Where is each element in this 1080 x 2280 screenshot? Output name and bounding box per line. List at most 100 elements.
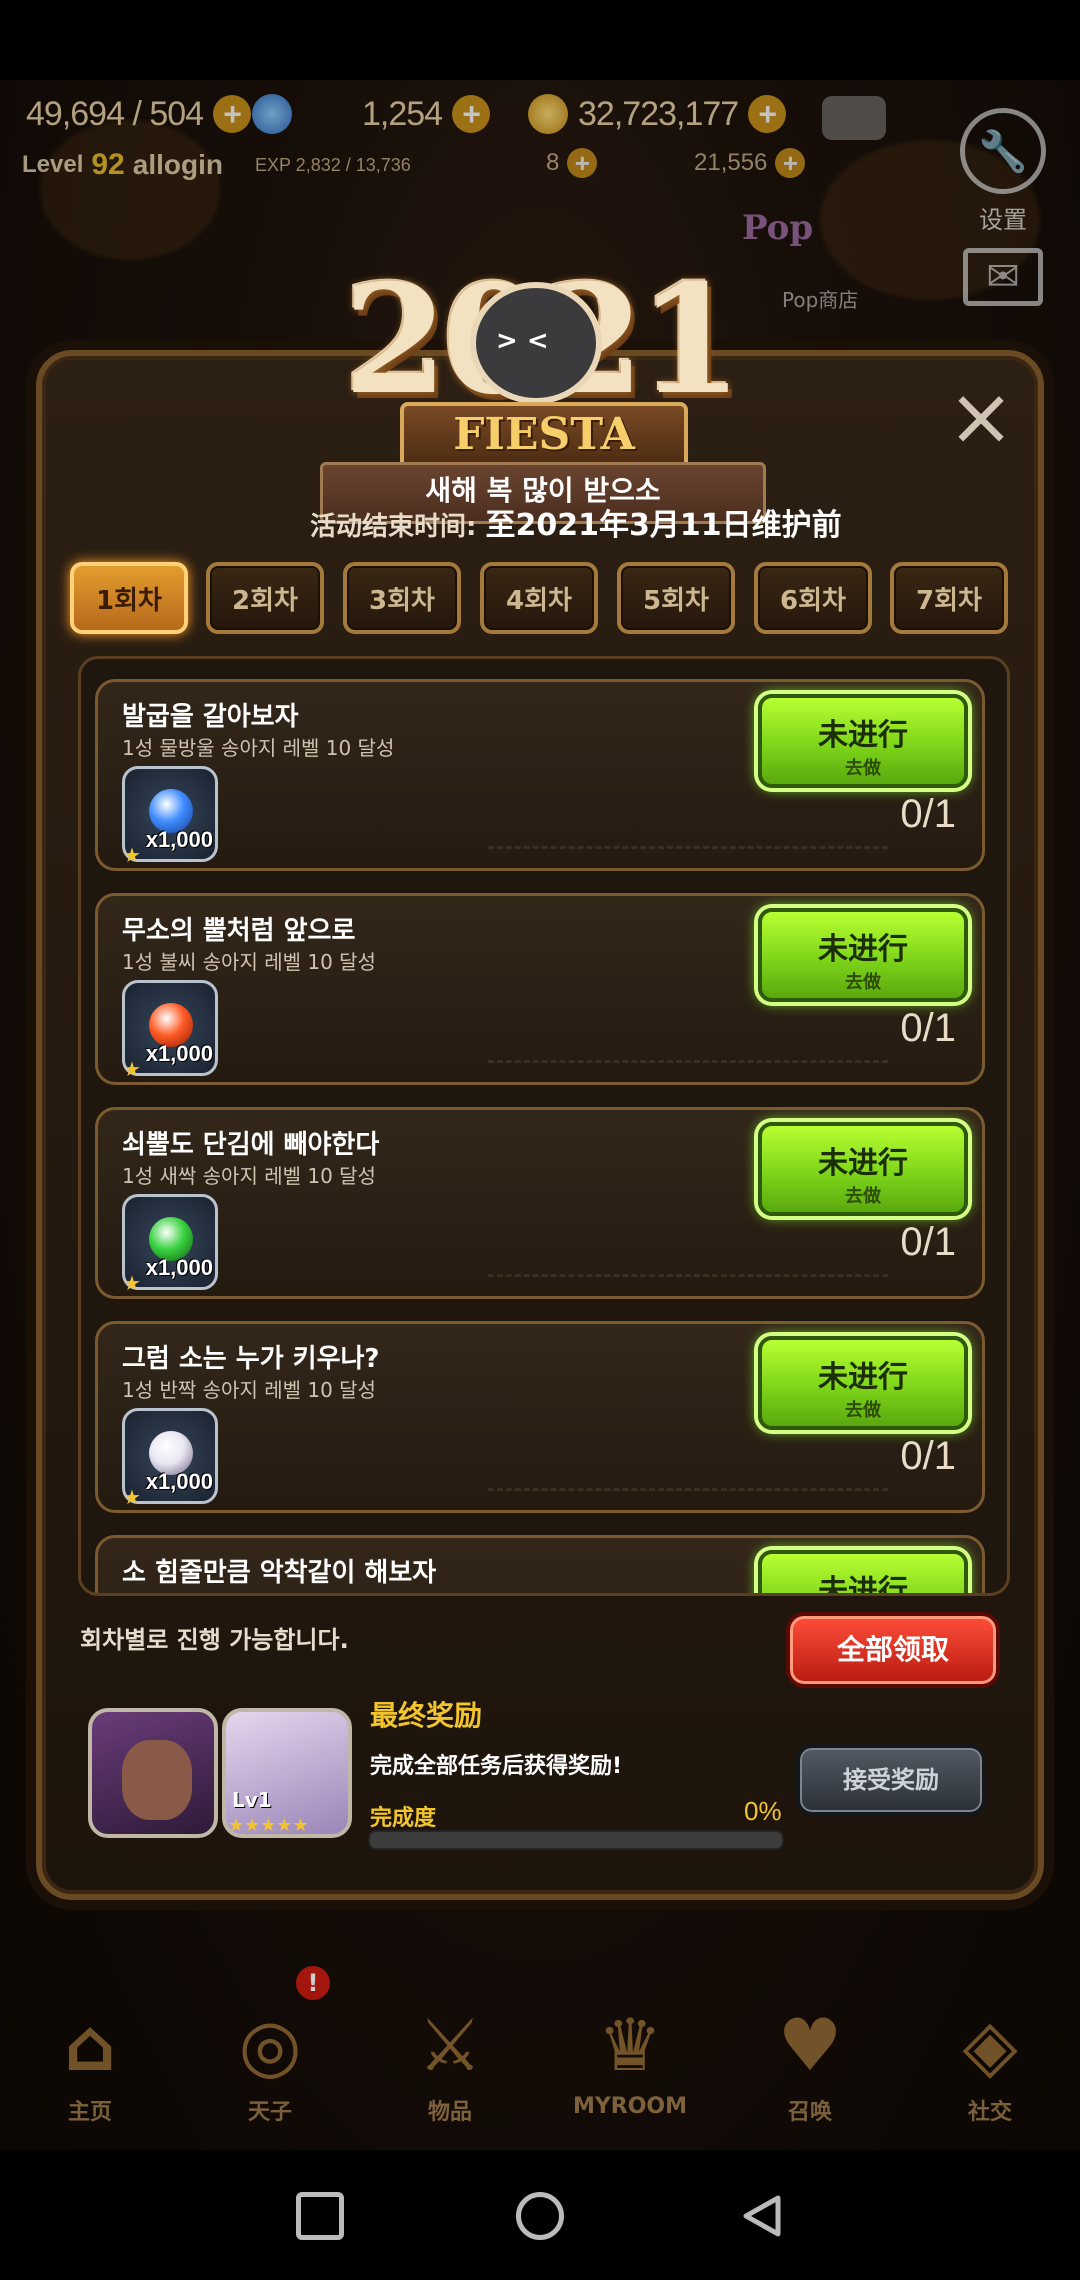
tab-round-5[interactable]: 5회차 <box>617 562 735 634</box>
completion-label: 完成度 <box>370 1806 437 1831</box>
ox-face-icon: > < <box>470 282 602 404</box>
nav-social[interactable]: ◈ 社交 <box>910 2000 1070 2140</box>
deadline-label: 活动结束时间: <box>310 512 477 542</box>
go-button-sublabel: 去做 <box>845 1186 881 1207</box>
go-button-label: 未进行 <box>818 1146 908 1181</box>
home-circle-icon[interactable] <box>516 2192 564 2240</box>
resource-b-value: 21,556 <box>694 149 768 176</box>
go-button-label: 未进行 <box>818 1360 908 1395</box>
mission-item: 쇠뿔도 단김에 빼야한다 1성 새싹 송아지 레벨 10 달성 x1,000 ★… <box>95 1107 985 1299</box>
go-button-sublabel: 去做 <box>845 972 881 993</box>
mail-button[interactable]: ✉ <box>948 248 1058 312</box>
add-gem-button[interactable]: + <box>452 95 491 133</box>
star-icon: ★ <box>123 1485 141 1509</box>
wrench-icon: 🔧 <box>960 108 1046 194</box>
go-button[interactable]: 未进行 去做 <box>758 908 968 1002</box>
nav-label: 社交 <box>967 2100 1012 2125</box>
completion-progress-bar <box>368 1830 784 1850</box>
alert-badge: ! <box>296 1966 330 2000</box>
gem-counter: 1,254 + <box>252 92 491 136</box>
nav-myroom[interactable]: ♛ MYROOM <box>550 2000 710 2140</box>
completion-percent: 0% <box>744 1796 782 1826</box>
mission-list[interactable]: 발굽을 갈아보자 1성 물방울 송아지 레벨 10 달성 x1,000 ★ 0/… <box>78 656 1010 1596</box>
receive-reward-button[interactable]: 接受奖励 <box>796 1744 986 1816</box>
back-icon[interactable] <box>738 2192 786 2240</box>
mission-desc: 1성 불씨 송아지 레벨 10 달성 <box>122 950 376 974</box>
mission-progress-bar <box>488 1488 888 1491</box>
level-info: Level 92 allogin EXP 2,832 / 13,736 <box>22 148 411 182</box>
tab-round-3[interactable]: 3회차 <box>343 562 461 634</box>
deadline-value: 至2021年3月11日维护前 <box>485 508 842 543</box>
final-reward-desc: 完成全部任务后获得奖励! <box>370 1754 623 1779</box>
potion-icon: ♥ <box>777 2003 843 2087</box>
go-button[interactable]: 未进行 去做 <box>758 1122 968 1216</box>
close-icon: × <box>947 370 1015 463</box>
mission-item: 무소의 뿔처럼 앞으로 1성 불씨 송아지 레벨 10 달성 x1,000 ★ … <box>95 893 985 1085</box>
add-gold-button[interactable]: + <box>748 95 787 133</box>
nav-label: 物品 <box>427 2100 472 2125</box>
mission-progress-bar <box>488 1060 888 1063</box>
mission-title: 발굽을 갈아보자 <box>122 702 299 732</box>
nav-label: 召唤 <box>787 2100 832 2125</box>
level-value: 92 <box>91 148 125 181</box>
go-button[interactable]: 未进行 去做 <box>758 694 968 788</box>
reward-item[interactable]: x1,000 ★ <box>122 766 218 867</box>
mission-title: 소 힘줄만큼 악착같이 해보자 <box>122 1558 437 1588</box>
settings-label: 设置 <box>979 206 1027 234</box>
reward-qty: x1,000 <box>145 827 213 852</box>
go-button-label: 未进行 <box>818 932 908 967</box>
star-icon: ★ <box>123 843 141 867</box>
event-deadline: 活动结束时间: 至2021年3月11日维护前 <box>310 500 842 544</box>
recent-apps-icon[interactable] <box>296 2192 344 2240</box>
go-button[interactable]: 未进行 去做 <box>758 1336 968 1430</box>
gem-value: 1,254 <box>362 94 443 133</box>
sword-shield-icon: ⚔ <box>417 2003 483 2087</box>
gold-counter: 32,723,177 + <box>528 92 787 136</box>
claim-all-button[interactable]: 全部领取 <box>786 1612 1000 1688</box>
nav-items[interactable]: ⚔ 物品 <box>370 2000 530 2140</box>
tab-round-6[interactable]: 6회차 <box>754 562 872 634</box>
mission-progress-bar <box>488 1274 888 1277</box>
mission-progress: 0/1 <box>900 1006 956 1050</box>
final-reward-title: 最终奖励 <box>370 1699 483 1732</box>
home-icon: ⌂ <box>64 2003 116 2087</box>
settings-button[interactable]: 🔧 设置 <box>948 108 1058 235</box>
hero-portrait[interactable] <box>88 1708 218 1838</box>
nav-tenshi[interactable]: ◎ 天子 <box>190 2000 350 2140</box>
gold-coin-icon <box>528 94 568 134</box>
tab-round-7[interactable]: 7회차 <box>890 562 1008 634</box>
nav-label: 主页 <box>67 2100 112 2125</box>
mission-desc: 1성 반짝 송아지 레벨 10 달성 <box>122 1378 376 1402</box>
tab-round-2[interactable]: 2회차 <box>206 562 324 634</box>
hero-level: Lv1 <box>232 1788 272 1812</box>
gold-value: 32,723,177 <box>578 94 739 133</box>
go-button[interactable]: 未进行 <box>758 1550 968 1596</box>
username: allogin <box>132 149 223 180</box>
nav-summon[interactable]: ♥ 召唤 <box>730 2000 890 2140</box>
tab-round-1[interactable]: 1회차 <box>70 562 188 634</box>
exp-value: EXP 2,832 / 13,736 <box>254 154 411 175</box>
mission-progress: 0/1 <box>900 1434 956 1478</box>
mission-progress: 0/1 <box>900 1220 956 1264</box>
hero-portrait[interactable]: Lv1 ★★★★★ <box>222 1708 352 1838</box>
tab-round-4[interactable]: 4회차 <box>480 562 598 634</box>
go-button-label: 未进行 <box>818 1574 908 1596</box>
go-button-label: 未进行 <box>818 718 908 753</box>
close-button[interactable]: × <box>946 377 1016 457</box>
flame-icon: ◎ <box>238 2003 302 2087</box>
add-resource-a-button[interactable]: + <box>567 148 598 178</box>
event-banner: 2021 > < FIESTA 새해 복 많이 받으소 <box>290 212 790 542</box>
nav-home[interactable]: ⌂ 主页 <box>10 2000 170 2140</box>
chat-icon[interactable] <box>822 96 886 140</box>
reward-item[interactable]: x1,000 ★ <box>122 1408 218 1509</box>
add-stamina-button[interactable]: + <box>213 95 252 133</box>
gem-icon <box>252 94 292 134</box>
add-resource-b-button[interactable]: + <box>775 148 806 178</box>
reward-item[interactable]: x1,000 ★ <box>122 980 218 1081</box>
reward-item[interactable]: x1,000 ★ <box>122 1194 218 1295</box>
popup-store-label: Pop商店 <box>782 288 859 312</box>
hero-stars: ★★★★★ <box>228 1815 309 1836</box>
shield-icon: ◈ <box>962 2003 1018 2087</box>
resource-a-value: 8 <box>546 149 560 176</box>
hero-face-icon <box>122 1740 192 1820</box>
